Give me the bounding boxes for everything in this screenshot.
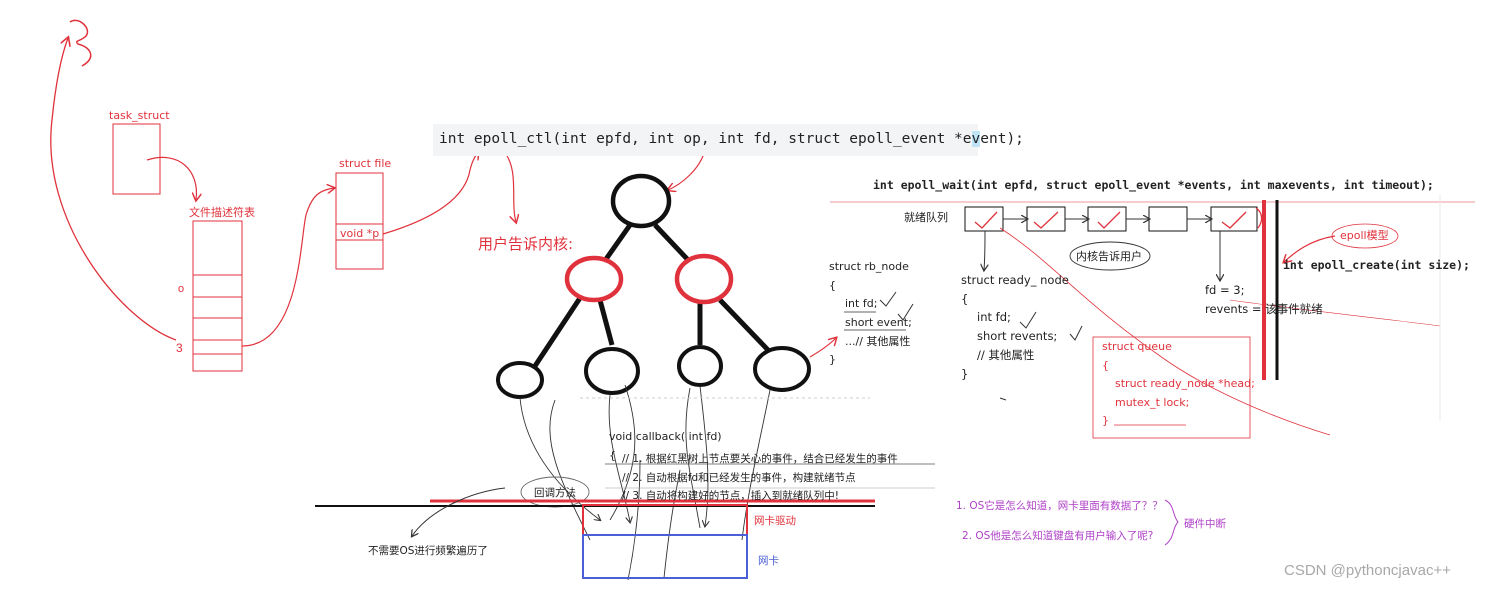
ready-queue-node-2 — [1026, 206, 1066, 232]
epoll-create-signature: int epoll_create(int size); — [1283, 258, 1470, 272]
struct-file-label: struct file — [339, 157, 392, 170]
ready-node-line-5: } — [961, 367, 969, 381]
nic-driver-label: 网卡驱动 — [754, 515, 796, 527]
ready-queue-node-3 — [1087, 206, 1127, 232]
fd-index-3: 3 — [176, 341, 183, 355]
user-tells-kernel-label: 用户告诉内核: — [478, 235, 574, 253]
task-struct-box — [112, 123, 161, 195]
queue-line-1: { — [1102, 359, 1109, 372]
no-traverse-arrow — [412, 487, 506, 536]
rb-node-line-1: { — [829, 279, 836, 292]
epoll-model-label: epoll模型 — [1340, 229, 1389, 242]
callback-line-3: // 2. 自动根据fd和已经发生的事件，构建就绪节点 — [622, 472, 856, 484]
revents-ready-label: revents = 该事件就绪 — [1205, 302, 1323, 316]
kernel-tells-user-label: 内核告诉用户 — [1076, 250, 1142, 263]
task-struct-label: task_struct — [109, 109, 170, 122]
queue-line-0: struct queue — [1102, 340, 1172, 353]
struct-file-box — [335, 172, 384, 270]
callback-line-4: // 3. 自动将构建好的节点，插入到就绪队列中! — [622, 490, 839, 502]
rb-leaf-2 — [584, 347, 640, 395]
diagram-canvas: o 3 — [50, 19, 1475, 581]
ready-node-line-4: // 其他属性 — [977, 348, 1035, 362]
rb-node-line-4: ...// 其他属性 — [845, 335, 911, 348]
queue-line-2: struct ready_node *head; — [1115, 377, 1255, 390]
no-traverse-label: 不需要OS进行频繁遍历了 — [368, 545, 488, 557]
rb-node-line-5: } — [829, 353, 836, 366]
rb-leaf-3 — [677, 345, 723, 387]
ready-node-line-3: short revents; — [977, 329, 1058, 343]
epoll-ctl-signature: int epoll_ctl(int epfd, int op, int fd, … — [439, 131, 1024, 147]
fdtable-to-file-arrow — [241, 188, 334, 347]
epollctl-to-tree-arrow — [668, 149, 706, 190]
rb-red-node-right — [674, 253, 734, 305]
epoll-wait-signature: int epoll_wait(int epfd, struct epoll_ev… — [873, 178, 1434, 192]
ready-queue-node-5 — [1210, 206, 1258, 232]
ready-node-line-0: struct ready_ node — [961, 273, 1069, 287]
rb-node-line-3: short event; — [845, 316, 912, 329]
interrupt-brace — [1164, 499, 1179, 546]
epollctl-down-arrow — [502, 149, 516, 222]
rb-node-line-0: struct rb_node — [829, 260, 909, 273]
nic-label: 网卡 — [758, 555, 779, 567]
question-1: 1. OS它是怎么知道，网卡里面有数据了？？ — [956, 500, 1163, 512]
ready-checkmarks — [974, 207, 1263, 229]
question-2: 2. OS他是怎么知道键盘有用户输入了呢? — [962, 530, 1154, 542]
rb-root-node — [610, 173, 672, 229]
fd-3-label: fd = 3; — [1205, 283, 1245, 297]
fd-table-label: 文件描述符表 — [189, 206, 255, 219]
nic-driver-box — [582, 504, 748, 536]
ready-node-line-1: { — [961, 292, 969, 306]
void-p-label: void *p — [340, 227, 380, 240]
queue-line-3: mutex_t lock; — [1115, 396, 1190, 409]
callback-method-label: 回调方法 — [534, 487, 576, 499]
rb-red-node-left — [564, 255, 624, 303]
ready-node-line-2: int fd; — [977, 310, 1011, 324]
ready-queue-node-1 — [964, 206, 1004, 232]
rb-leaf-4 — [753, 346, 811, 392]
callback-line-1: { — [609, 449, 616, 462]
voidp-to-epollctl-arrow — [382, 152, 478, 235]
scribble-3 — [69, 19, 92, 67]
fd-index-0: o — [178, 283, 184, 295]
hardware-interrupt-label: 硬件中断 — [1184, 518, 1226, 530]
callback-line-2: // 1. 根据红黑树上节点要关心的事件，结合已经发生的事件 — [622, 453, 898, 465]
csdn-watermark: CSDN @pythoncjavac++ — [1284, 562, 1451, 579]
rb-leaf-1 — [496, 361, 544, 399]
ready-queue-label: 就绪队列 — [904, 211, 948, 224]
queue-line-4: } — [1102, 414, 1109, 427]
callback-line-0: void callback( int fd) — [609, 430, 722, 443]
fd-table — [192, 220, 243, 372]
rb-node-line-2: int fd; — [845, 297, 878, 310]
ready-queue-node-4 — [1148, 206, 1188, 232]
